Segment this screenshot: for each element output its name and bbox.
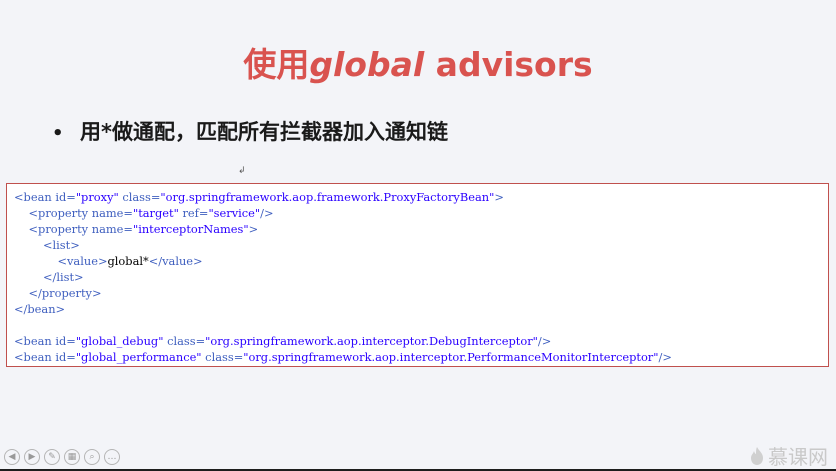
code-token: <list> (42, 238, 80, 252)
code-token: class= (118, 190, 161, 204)
code-line: </property> (14, 285, 828, 301)
code-token: </value> (148, 254, 203, 268)
code-token: "org.springframework.aop.framework.Proxy… (160, 190, 495, 204)
code-token: ref= (178, 206, 209, 220)
code-token: "org.springframework.aop.interceptor.Per… (243, 350, 659, 364)
code-line: <property name="interceptorNames"> (14, 221, 828, 237)
code-token: <bean id= (14, 350, 76, 364)
code-line: </bean> (14, 301, 828, 317)
code-token: </list> (42, 270, 84, 284)
code-token: <value> (57, 254, 108, 268)
code-token: "global_debug" (75, 334, 164, 348)
code-token: > (494, 190, 504, 204)
code-token: "org.springframework.aop.interceptor.Deb… (205, 334, 538, 348)
code-line: <value>global*</value> (14, 253, 828, 269)
code-line (14, 317, 828, 333)
code-token: /> (537, 334, 552, 348)
title-suffix: advisors (424, 45, 593, 84)
code-line: <list> (14, 237, 828, 253)
watermark: 慕课网 (749, 441, 828, 470)
code-line: <property name="target" ref="service"/> (14, 205, 828, 221)
code-line: <bean id="global_debug" class="org.sprin… (14, 333, 828, 349)
title-prefix: 使用 (243, 45, 310, 84)
bullet-text: 用*做通配，匹配所有拦截器加入通知链 (80, 120, 448, 144)
code-token: "target" (132, 206, 179, 220)
title-italic-word: global (309, 45, 425, 84)
bullet-marker: • (52, 123, 64, 144)
slide-title: 使用global advisors (0, 38, 836, 86)
zoom-button[interactable]: ⌕ (84, 449, 100, 465)
code-token: global* (107, 254, 149, 268)
code-token: /> (658, 350, 672, 364)
flame-icon (751, 446, 763, 465)
code-token: "global_performance" (75, 350, 202, 364)
code-token: class= (201, 350, 244, 364)
code-token: "interceptorNames" (132, 222, 249, 236)
code-token: <bean id= (14, 334, 76, 348)
code-token: <property name= (28, 206, 133, 220)
bullet-point: • 用*做通配，匹配所有拦截器加入通知链 (52, 116, 448, 146)
code-token: </bean> (14, 302, 66, 316)
code-token: "service" (208, 206, 261, 220)
pen-tool-button[interactable]: ✎ (44, 449, 60, 465)
code-token: <bean id= (14, 190, 76, 204)
code-token: > (248, 222, 259, 236)
code-token: <property name= (28, 222, 133, 236)
slide-grid-button[interactable]: ▦ (64, 449, 80, 465)
code-token: class= (163, 334, 206, 348)
code-token: </property> (28, 286, 102, 300)
code-line: <bean id="global_performance" class="org… (14, 349, 828, 365)
code-line: </list> (14, 269, 828, 285)
next-slide-button[interactable]: ▶ (24, 449, 40, 465)
code-block: <bean id="proxy" class="org.springframew… (6, 183, 829, 367)
presentation-controls: ◀ ▶ ✎ ▦ ⌕… (4, 449, 120, 465)
watermark-text: 慕课网 (768, 445, 828, 469)
code-token: "proxy" (75, 190, 119, 204)
paragraph-mark-icon: ↲ (238, 166, 246, 176)
code-token: /> (260, 206, 274, 220)
code-line: <bean id="proxy" class="org.springframew… (14, 189, 828, 205)
more-options-button[interactable]: … (104, 449, 120, 465)
prev-slide-button[interactable]: ◀ (4, 449, 20, 465)
